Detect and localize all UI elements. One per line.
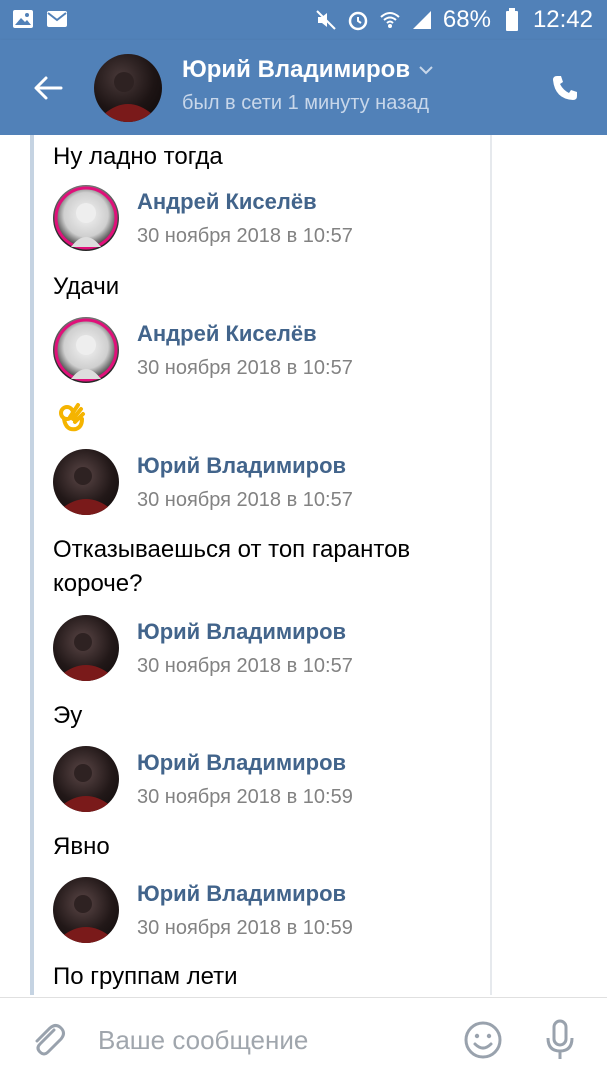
avatar[interactable]	[53, 615, 119, 681]
mail-notification-icon	[46, 8, 68, 30]
signal-icon	[411, 9, 433, 31]
avatar[interactable]	[53, 185, 119, 251]
back-button[interactable]	[28, 68, 68, 108]
author-name[interactable]: Юрий Владимиров	[137, 453, 346, 479]
message-text: короче?	[53, 570, 143, 597]
phone-icon	[553, 76, 577, 100]
avatar[interactable]	[53, 877, 119, 943]
last-seen-status: был в сети 1 минуту назад	[182, 92, 430, 114]
smiley-icon	[464, 1021, 502, 1059]
author-name[interactable]: Андрей Киселёв	[137, 321, 317, 347]
avatar[interactable]	[53, 449, 119, 515]
message-text: Явно	[53, 833, 110, 860]
contact-name[interactable]: Юрий Владимиров	[182, 56, 434, 84]
author-name[interactable]: Юрий Владимиров	[137, 750, 346, 776]
author-name[interactable]: Юрий Владимиров	[137, 881, 346, 907]
author-name[interactable]: Андрей Киселёв	[137, 189, 317, 215]
ok-hand-emoji-icon	[59, 403, 85, 432]
chevron-down-icon	[419, 66, 433, 75]
contact-name-label: Юрий Владимиров	[182, 56, 411, 83]
chat-header: Юрий Владимиров был в сети 1 минуту наза…	[0, 40, 607, 135]
message-text: Ну ладно тогда	[53, 143, 223, 170]
message-timestamp: 30 ноября 2018 в 10:57	[137, 489, 353, 511]
message-input[interactable]	[96, 1022, 430, 1058]
message-timestamp: 30 ноября 2018 в 10:57	[137, 357, 353, 379]
message-text: Отказываешься от топ гарантов	[53, 536, 411, 563]
message-timestamp: 30 ноября 2018 в 10:57	[137, 655, 353, 677]
avatar[interactable]	[53, 746, 119, 812]
arrow-left-icon	[34, 76, 63, 100]
voice-message-button[interactable]	[540, 1018, 580, 1062]
message-timestamp: 30 ноября 2018 в 10:57	[137, 225, 353, 247]
message-text: Эу	[53, 702, 83, 729]
clock: 12:42	[532, 6, 593, 33]
message-timestamp: 30 ноября 2018 в 10:59	[137, 786, 353, 808]
message-timestamp: 30 ноября 2018 в 10:59	[137, 917, 353, 939]
status-bar: 68% 12:42	[0, 0, 607, 40]
mute-icon	[315, 9, 337, 31]
paperclip-icon	[35, 1024, 65, 1056]
author-name[interactable]: Юрий Владимиров	[137, 619, 346, 645]
message-composer	[0, 997, 607, 1081]
battery-icon	[501, 8, 523, 31]
call-button[interactable]	[545, 68, 585, 108]
battery-level: 68%	[442, 6, 491, 33]
attach-button[interactable]	[28, 1020, 68, 1060]
microphone-icon	[546, 1019, 574, 1059]
emoji-button[interactable]	[463, 1020, 503, 1060]
alarm-icon	[347, 9, 369, 31]
message-text: Удачи	[53, 273, 120, 300]
message-list[interactable]: Ну ладно тогда Андрей Киселёв 30 ноября …	[0, 135, 607, 997]
avatar[interactable]	[94, 54, 162, 122]
gallery-notification-icon	[12, 8, 34, 30]
wifi-icon	[379, 9, 401, 31]
avatar[interactable]	[53, 317, 119, 383]
message-text: По группам лети	[53, 963, 238, 990]
